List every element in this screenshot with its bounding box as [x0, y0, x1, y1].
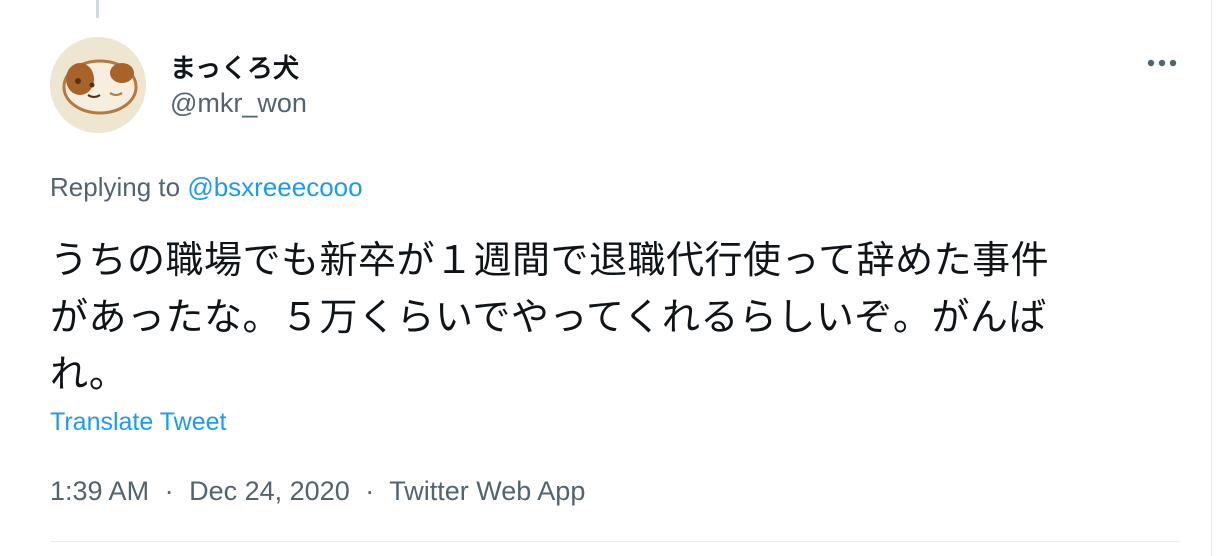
- tweet-text-line: うちの職場でも新卒が１週間で退職代行使って辞めた事件: [50, 238, 1050, 282]
- tweet-text-line: があったな。５万くらいでやってくれるらしいぞ。がんば: [50, 295, 1047, 339]
- replying-to: Replying to @bsxreeecooo: [50, 172, 363, 203]
- replying-to-mention-link[interactable]: @bsxreeecooo: [187, 172, 362, 202]
- avatar[interactable]: [50, 37, 146, 133]
- tweet-metadata: 1:39 AM · Dec 24, 2020 · Twitter Web App: [50, 476, 585, 507]
- tweet-time-link[interactable]: 1:39 AM: [50, 476, 149, 506]
- author-display-name[interactable]: まっくろ犬: [170, 48, 299, 85]
- avatar-dog-illustration: [50, 37, 146, 133]
- replying-to-label: Replying to: [50, 172, 181, 202]
- tweet-text-line: れ。: [50, 352, 128, 396]
- more-options-button[interactable]: [1140, 48, 1184, 78]
- more-horizontal-icon: [1147, 59, 1177, 67]
- meta-separator: ·: [164, 476, 174, 506]
- author-handle[interactable]: @mkr_won: [170, 88, 307, 119]
- tweet-source-link[interactable]: Twitter Web App: [389, 476, 585, 506]
- tweet-card: まっくろ犬 @mkr_won Replying to @bsxreeecooo …: [0, 0, 1212, 556]
- divider: [50, 541, 1180, 542]
- translate-tweet-link[interactable]: Translate Tweet: [50, 408, 226, 437]
- meta-separator: ·: [365, 476, 375, 506]
- tweet-date-link[interactable]: Dec 24, 2020: [189, 476, 350, 506]
- thread-connector-line: [96, 0, 99, 18]
- tweet-text: うちの職場でも新卒が１週間で退職代行使って辞めた事件 があったな。５万くらいでや…: [50, 232, 1170, 403]
